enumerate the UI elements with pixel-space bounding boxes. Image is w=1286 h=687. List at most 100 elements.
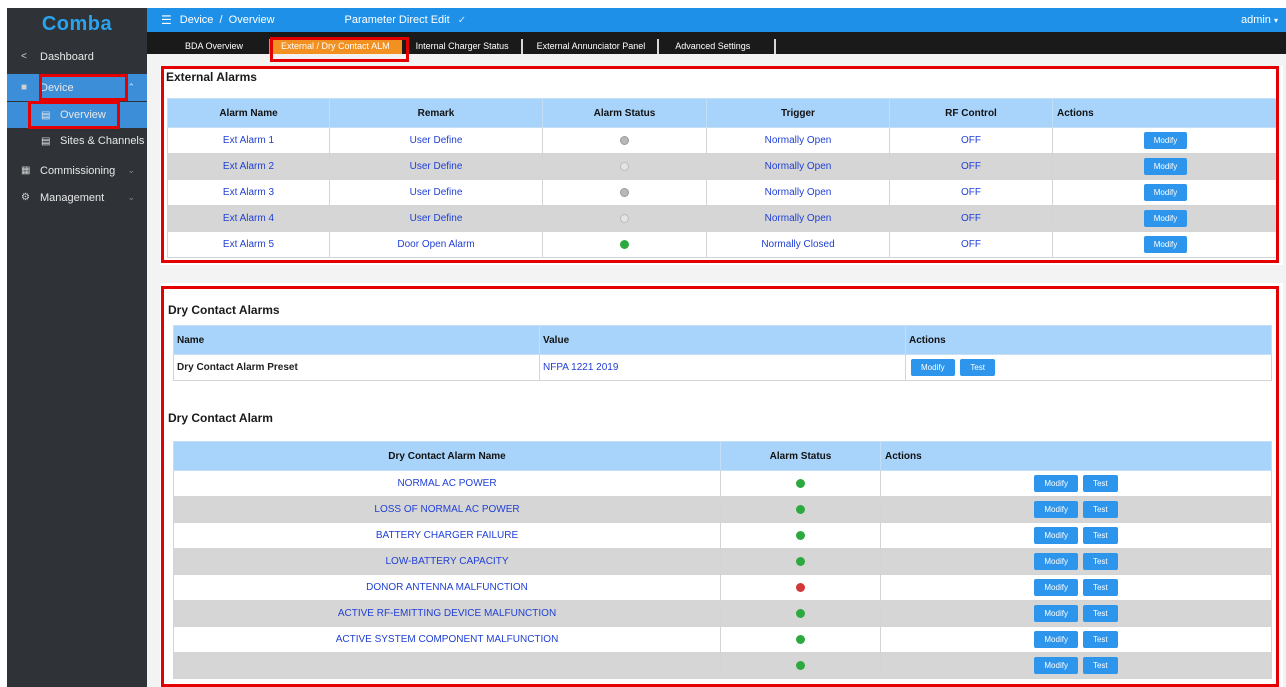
modify-button[interactable]: Modify — [1034, 501, 1078, 518]
modify-button[interactable]: Modify — [1143, 236, 1188, 253]
status-indicator-icon — [796, 530, 805, 540]
alarm-rf-control[interactable]: OFF — [889, 179, 1053, 206]
dry-contact-alarm-name[interactable]: ACTIVE SYSTEM COMPONENT MALFUNCTION — [173, 626, 721, 653]
sidebar-item-label: Sites & Channels — [60, 135, 145, 147]
test-button[interactable]: Test — [1082, 553, 1118, 570]
alarm-status-cell — [720, 652, 881, 679]
modify-button[interactable]: Modify — [1034, 553, 1078, 570]
alarm-remark[interactable]: User Define — [329, 205, 543, 232]
alarm-actions: Modify Test — [880, 600, 1272, 627]
alarm-status-cell — [720, 496, 881, 523]
sidebar-item-sites-channels[interactable]: ▤ Sites & Channels — [7, 128, 147, 154]
table-row: BATTERY CHARGER FAILURE Modify Test — [173, 522, 1272, 549]
modify-button[interactable]: Modify — [1034, 527, 1078, 544]
status-indicator-icon — [796, 660, 805, 670]
test-button[interactable]: Test — [1082, 657, 1118, 674]
alarm-status-cell — [720, 626, 881, 653]
alarm-name[interactable]: Ext Alarm 3 — [167, 179, 330, 206]
column-header: Alarm Status — [720, 441, 881, 471]
table-row: Ext Alarm 4 User Define Normally Open OFF Mo… — [167, 205, 1279, 232]
tab-internal-charger-status[interactable]: Internal Charger Status — [404, 39, 523, 54]
alarm-name[interactable]: Ext Alarm 5 — [167, 231, 330, 258]
grid-icon: ▦ — [21, 165, 31, 176]
dry-contact-alarm-name[interactable]: BATTERY CHARGER FAILURE — [173, 522, 721, 549]
status-indicator-icon — [620, 213, 629, 223]
alarm-actions: Modify Test — [880, 470, 1272, 497]
sidebar-item-commissioning[interactable]: ▦ Commissioning ⌄ — [7, 157, 147, 184]
test-button[interactable]: Test — [1082, 579, 1118, 596]
column-header: Actions — [905, 325, 1272, 355]
alarm-trigger[interactable]: Normally Closed — [706, 231, 890, 258]
preset-actions: Modify Test — [905, 354, 1272, 381]
parameter-direct-edit-toggle[interactable]: Parameter Direct Edit ✓ — [345, 14, 467, 26]
alarm-trigger[interactable]: Normally Open — [706, 205, 890, 232]
chevron-up-icon: ⌃ — [127, 82, 135, 92]
parameter-direct-edit-label: Parameter Direct Edit — [344, 14, 450, 26]
dry-contact-preset-table: Name Value Actions Dry Contact Alarm Pre… — [173, 325, 1272, 381]
sidebar-item-overview[interactable]: ▤ Overview — [7, 102, 147, 128]
tab-external-annunciator-panel[interactable]: External Annunciator Panel — [525, 39, 660, 54]
sidebar-item-dashboard[interactable]: < Dashboard — [7, 43, 147, 70]
top-bar: ☰ Device / Overview Parameter Direct Edi… — [147, 8, 1286, 32]
alarm-actions: Modify Test — [880, 652, 1272, 679]
alarm-rf-control[interactable]: OFF — [889, 205, 1053, 232]
table-row: Ext Alarm 1 User Define Normally Open OFF Mo… — [167, 127, 1279, 154]
test-button[interactable]: Test — [1082, 501, 1118, 518]
modify-button[interactable]: Modify — [1143, 184, 1188, 201]
tab-advanced-settings[interactable]: Advanced Settings — [661, 39, 777, 54]
alarm-rf-control[interactable]: OFF — [889, 127, 1053, 154]
alarm-trigger[interactable]: Normally Open — [706, 153, 890, 180]
dry-contact-alarm-name[interactable]: LOSS OF NORMAL AC POWER — [173, 496, 721, 523]
test-button[interactable]: Test — [960, 359, 996, 376]
tab-external-dry-contact[interactable]: External / Dry Contact ALM — [269, 39, 402, 54]
status-indicator-icon — [796, 634, 805, 644]
preset-value[interactable]: NFPA 1221 2019 — [539, 354, 906, 381]
column-header: Name — [173, 325, 540, 355]
alarm-name[interactable]: Ext Alarm 4 — [167, 205, 330, 232]
user-menu[interactable]: admin ▾ — [1241, 14, 1278, 26]
test-button[interactable]: Test — [1082, 631, 1118, 648]
alarm-rf-control[interactable]: OFF — [889, 231, 1053, 258]
modify-button[interactable]: Modify — [1034, 475, 1078, 492]
alarm-trigger[interactable]: Normally Open — [706, 179, 890, 206]
menu-icon[interactable]: ☰ — [161, 13, 172, 27]
sidebar-item-label: Dashboard — [40, 50, 94, 63]
alarm-name[interactable]: Ext Alarm 1 — [167, 127, 330, 154]
modify-button[interactable]: Modify — [1034, 579, 1078, 596]
modify-button[interactable]: Modify — [1034, 605, 1078, 622]
sidebar-item-management[interactable]: ⚙ Management ⌄ — [7, 184, 147, 211]
alarm-remark[interactable]: User Define — [329, 179, 543, 206]
sidebar-item-label: Overview — [60, 109, 106, 121]
test-button[interactable]: Test — [1082, 527, 1118, 544]
check-icon[interactable]: ✓ — [458, 15, 466, 26]
dry-contact-alarm-name[interactable]: NORMAL AC POWER — [173, 470, 721, 497]
dry-contact-alarm-name[interactable]: DONOR ANTENNA MALFUNCTION — [173, 574, 721, 601]
table-row: Modify Test — [173, 652, 1272, 679]
alarm-name[interactable]: Ext Alarm 2 — [167, 153, 330, 180]
test-button[interactable]: Test — [1082, 605, 1118, 622]
breadcrumb: Device / Overview — [179, 14, 275, 26]
tab-bda-overview[interactable]: BDA Overview — [153, 39, 267, 54]
external-alarms-panel: External Alarms Alarm Name Remark Alarm … — [160, 66, 1283, 265]
alarm-remark[interactable]: User Define — [329, 127, 543, 154]
alarm-status-cell — [720, 522, 881, 549]
alarm-remark[interactable]: User Define — [329, 153, 543, 180]
table-row: DONOR ANTENNA MALFUNCTION Modify Test — [173, 574, 1272, 601]
alarm-rf-control[interactable]: OFF — [889, 153, 1053, 180]
test-button[interactable]: Test — [1082, 475, 1118, 492]
sidebar-item-device[interactable]: ■ Device ⌃ — [7, 74, 147, 101]
alarm-remark[interactable]: Door Open Alarm — [329, 231, 543, 258]
dry-contact-alarm-name[interactable]: LOW-BATTERY CAPACITY — [173, 548, 721, 575]
alarm-trigger[interactable]: Normally Open — [706, 127, 890, 154]
status-indicator-icon — [620, 135, 629, 145]
alarm-actions: Modify — [1052, 179, 1279, 206]
dry-contact-alarm-name[interactable] — [173, 652, 721, 679]
dry-contact-alarm-name[interactable]: ACTIVE RF-EMITTING DEVICE MALFUNCTION — [173, 600, 721, 627]
modify-button[interactable]: Modify — [1143, 210, 1188, 227]
modify-button[interactable]: Modify — [1034, 631, 1078, 648]
modify-button[interactable]: Modify — [911, 359, 955, 376]
modify-button[interactable]: Modify — [1034, 657, 1078, 674]
share-icon: < — [21, 51, 27, 62]
modify-button[interactable]: Modify — [1143, 132, 1188, 149]
modify-button[interactable]: Modify — [1143, 158, 1188, 175]
